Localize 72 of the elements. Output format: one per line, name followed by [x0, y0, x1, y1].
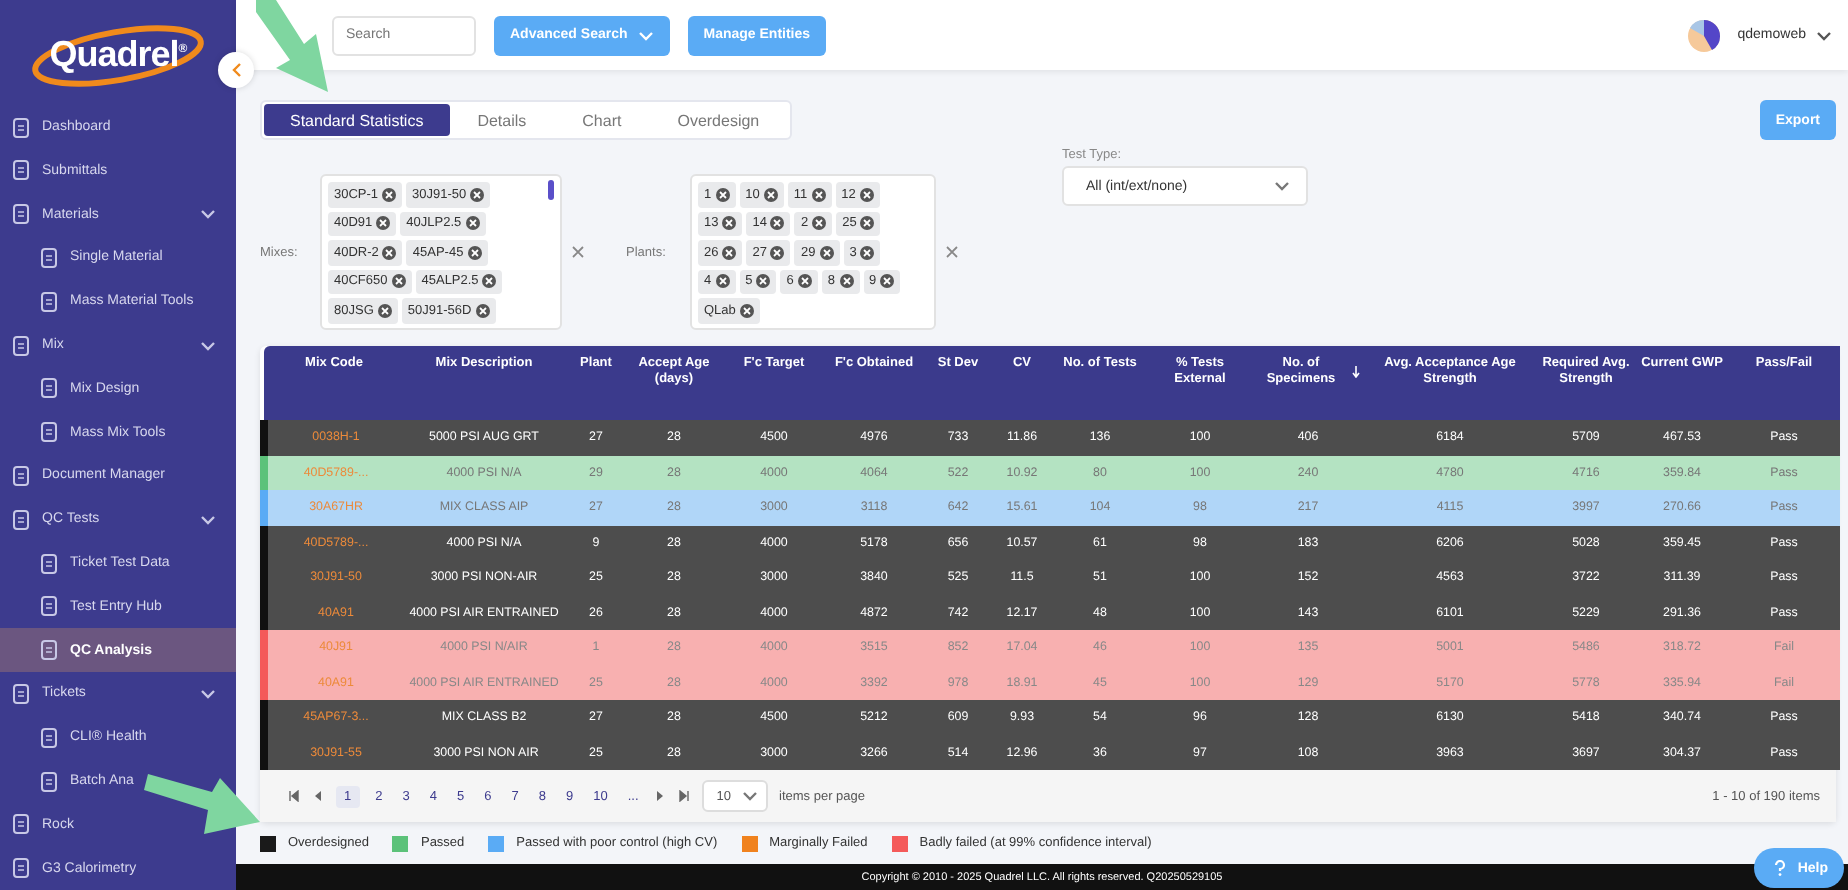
- chevron-down-icon: [637, 29, 654, 41]
- chevron-down-icon[interactable]: [200, 208, 216, 221]
- remove-icon: [770, 245, 785, 260]
- remove-icon: [812, 216, 827, 231]
- remove-icon: [880, 274, 895, 289]
- page-icon: [12, 814, 30, 835]
- chevron-down-icon: [1274, 180, 1290, 192]
- logo: Quadrel$^{®}$: [0, 0, 236, 104]
- tab[interactable]: Chart: [554, 104, 650, 136]
- remove-icon: [859, 187, 874, 202]
- remove-icon: [797, 274, 812, 289]
- page-icon: [40, 553, 58, 574]
- page-icon: [40, 596, 58, 617]
- page-icon: [40, 291, 58, 312]
- page-icon: [40, 640, 58, 661]
- page-icon: [12, 465, 30, 486]
- remove-icon: [739, 303, 754, 318]
- sort-down-icon: [1352, 366, 1360, 379]
- last-page-icon[interactable]: [678, 790, 691, 802]
- remove-icon: [377, 303, 392, 318]
- chevron-down-icon[interactable]: [200, 513, 216, 526]
- remove-icon: [819, 245, 834, 260]
- first-page-icon[interactable]: [288, 790, 300, 802]
- chevron-down-icon: [1816, 29, 1832, 41]
- remove-icon: [382, 245, 397, 260]
- previous-page-icon[interactable]: [312, 790, 324, 802]
- remove-icon: [465, 216, 480, 231]
- remove-icon: [770, 216, 785, 231]
- clear-icon[interactable]: [572, 246, 584, 258]
- remove-icon: [763, 187, 778, 202]
- avatar: [1687, 19, 1720, 51]
- page-icon: [12, 858, 30, 879]
- page-icon: [12, 683, 30, 704]
- remove-icon: [715, 187, 730, 202]
- clear-icon[interactable]: [946, 246, 958, 258]
- remove-icon: [860, 245, 875, 260]
- tab[interactable]: Details: [449, 104, 555, 136]
- page-icon: [12, 335, 30, 356]
- remove-icon: [715, 274, 730, 289]
- remove-icon: [376, 216, 391, 231]
- page-icon: [12, 204, 30, 225]
- remove-icon: [839, 274, 853, 289]
- tab[interactable]: Overdesign: [649, 104, 788, 136]
- arrow-annotation: [256, 0, 328, 92]
- remove-icon: [467, 245, 482, 260]
- page-icon: [12, 509, 30, 530]
- next-page-icon[interactable]: [654, 790, 667, 802]
- remove-icon: [722, 216, 737, 231]
- remove-icon: [756, 274, 771, 289]
- remove-icon: [391, 274, 406, 289]
- remove-icon: [475, 303, 490, 318]
- remove-icon: [860, 216, 875, 231]
- page-icon: [40, 771, 58, 791]
- page-icon: [40, 247, 58, 268]
- chevron-left-icon: [231, 62, 241, 78]
- remove-icon: [482, 274, 497, 289]
- remove-icon: [470, 187, 485, 202]
- scrollbar: [548, 180, 554, 200]
- page-icon: [40, 727, 58, 748]
- remove-icon: [722, 245, 737, 260]
- page-icon: [40, 378, 58, 399]
- remove-icon: [382, 187, 397, 202]
- page-icon: [40, 422, 58, 443]
- arrow-annotation: [144, 774, 260, 834]
- page-icon: [12, 117, 30, 138]
- remove-icon: [811, 187, 826, 202]
- page-icon: [12, 160, 30, 181]
- chevron-down-icon[interactable]: [200, 687, 216, 700]
- chevron-down-icon: [741, 790, 758, 802]
- question-icon: [1773, 860, 1786, 876]
- tab[interactable]: Standard Statistics: [264, 104, 450, 136]
- chevron-down-icon[interactable]: [200, 339, 216, 352]
